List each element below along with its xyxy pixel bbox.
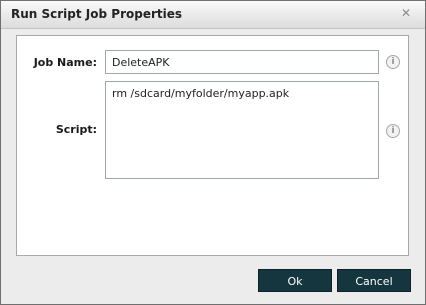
run-script-job-dialog: Run Script Job Properties ✕ Job Name: i … (0, 0, 426, 305)
job-name-info-icon[interactable]: i (386, 55, 400, 69)
job-name-input[interactable] (105, 50, 379, 74)
properties-panel: Job Name: i Script: rm /sdcard/myfolder/… (16, 35, 409, 256)
dialog-title-bar[interactable]: Run Script Job Properties ✕ (1, 1, 425, 29)
ok-button[interactable]: Ok (258, 269, 332, 292)
cancel-button[interactable]: Cancel (337, 269, 411, 292)
script-info-icon[interactable]: i (386, 124, 400, 138)
script-textarea[interactable]: rm /sdcard/myfolder/myapp.apk (105, 81, 379, 179)
close-icon[interactable]: ✕ (399, 6, 413, 20)
dialog-title: Run Script Job Properties (11, 7, 183, 21)
job-name-label: Job Name: (33, 56, 97, 69)
script-label: Script: (55, 123, 97, 136)
